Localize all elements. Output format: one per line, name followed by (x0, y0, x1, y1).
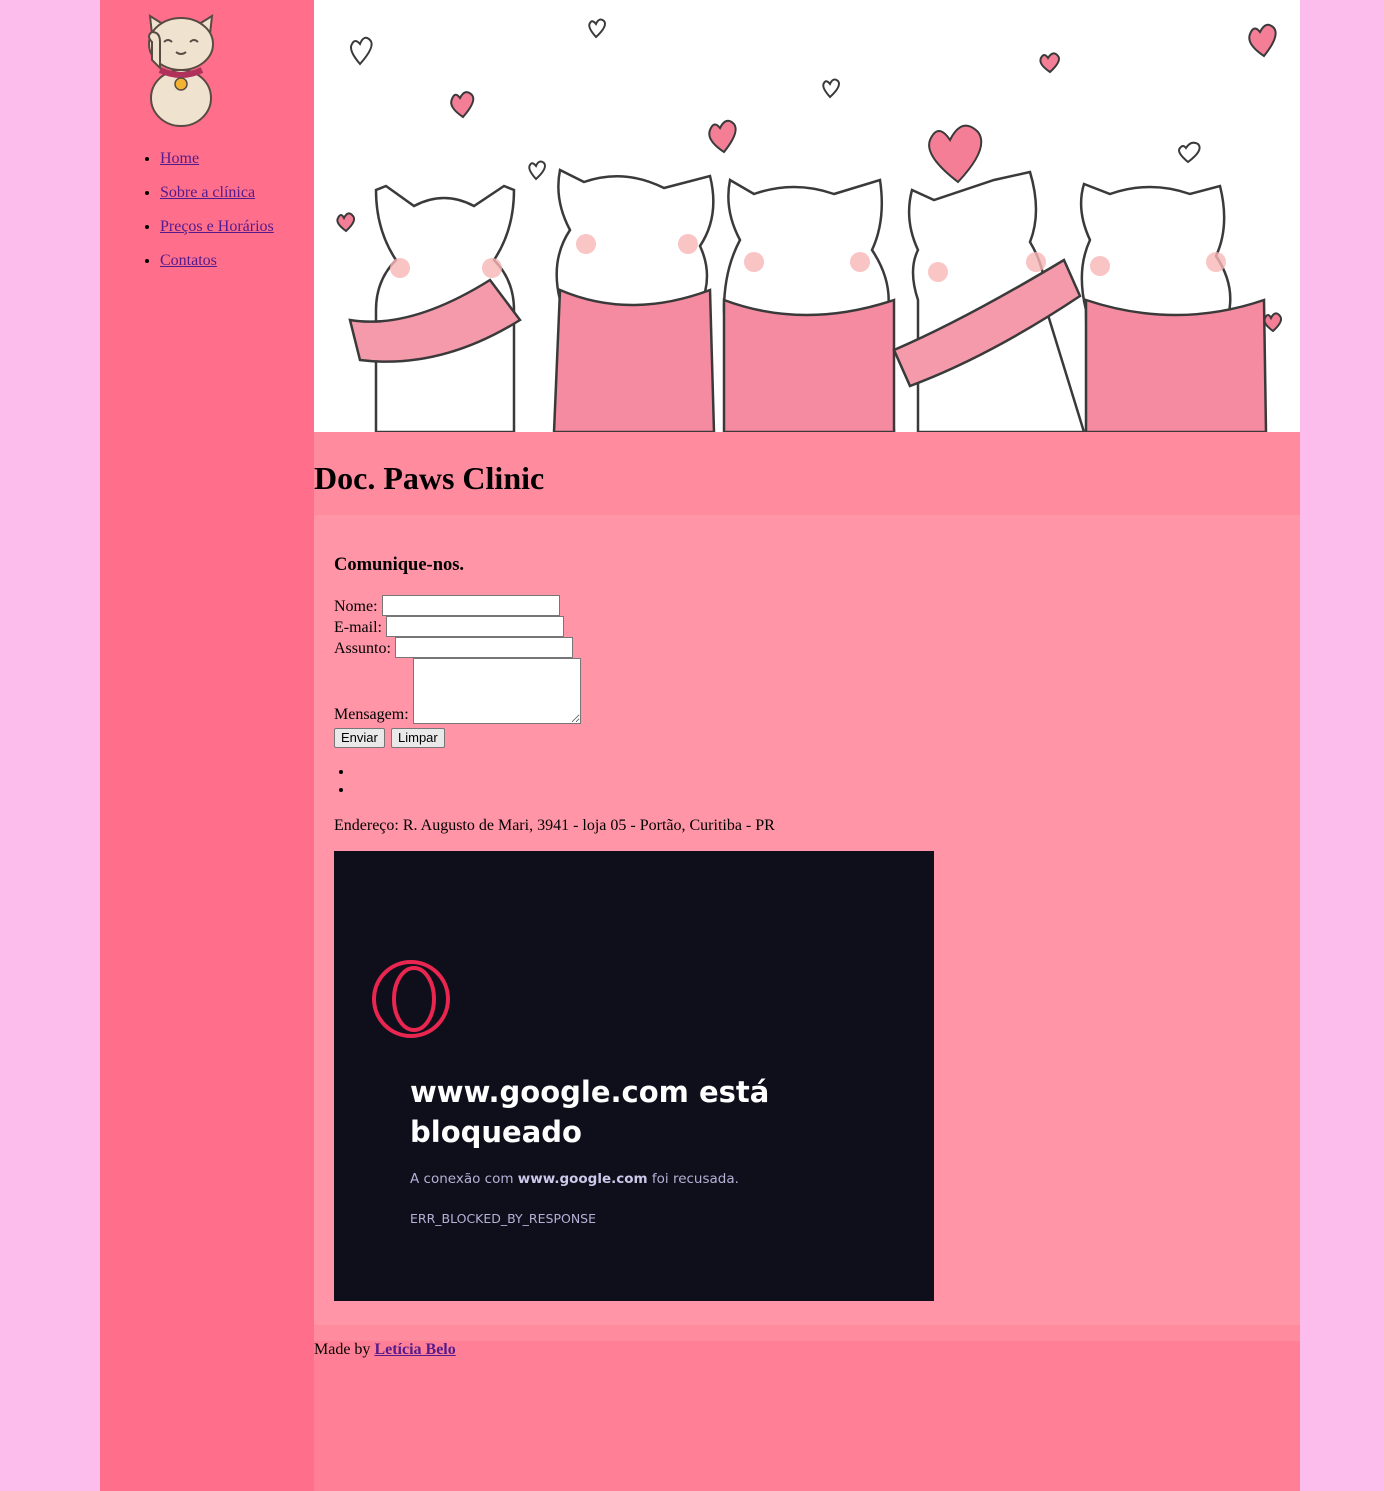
name-label: Nome: (334, 598, 378, 615)
email-row: E-mail: (334, 616, 564, 637)
empty-list (334, 763, 354, 799)
name-input[interactable] (381, 595, 560, 616)
submit-button[interactable]: Enviar (334, 728, 385, 748)
nav-item-prices: Preços e Horários (160, 216, 274, 250)
footer-prefix: Made by (314, 1341, 375, 1358)
footer-divider (314, 1325, 1300, 1341)
banner-image (314, 0, 1300, 432)
address-text: Endereço: R. Augusto de Mari, 3941 - loj… (334, 817, 775, 834)
contact-heading: Comunique-nos. (334, 555, 465, 575)
map-iframe[interactable]: www.google.com está bloqueado A conexão … (334, 851, 934, 1301)
nav-item-about: Sobre a clínica (160, 182, 274, 216)
cats-illustration (336, 18, 1283, 432)
name-row: Nome: (334, 595, 560, 616)
error-title: www.google.com está bloqueado (410, 1075, 770, 1149)
site-header: Doc. Paws Clinic (314, 432, 1300, 515)
message-label: Mensagem: (334, 706, 409, 723)
error-description: A conexão com www.google.com foi recusad… (410, 1171, 739, 1187)
nav-item-home: Home (160, 148, 274, 182)
message-textarea[interactable] (412, 658, 581, 724)
error-host: www.google.com (517, 1171, 648, 1187)
error-prefix: A conexão com (410, 1171, 518, 1187)
nav-link-contacts[interactable]: Contatos (160, 252, 217, 269)
footer: Made by Letícia Belo (314, 1325, 1300, 1491)
error-suffix: foi recusada. (647, 1171, 739, 1187)
nav-link-prices[interactable]: Preços e Horários (160, 218, 274, 235)
nav-link-home[interactable]: Home (160, 150, 199, 167)
subject-input[interactable] (394, 637, 573, 658)
email-input[interactable] (385, 616, 564, 637)
email-label: E-mail: (334, 619, 382, 636)
opera-gx-logo-icon (372, 960, 450, 1038)
nav-item-contacts: Contatos (160, 250, 274, 284)
main-nav: Home Sobre a clínica Preços e Horários C… (100, 148, 274, 284)
site-title: Doc. Paws Clinic (314, 460, 545, 496)
author-link[interactable]: Letícia Belo (374, 1341, 455, 1358)
error-code: ERR_BLOCKED_BY_RESPONSE (410, 1211, 597, 1226)
reset-button[interactable]: Limpar (391, 728, 445, 748)
subject-row: Assunto: (334, 637, 573, 658)
lucky-cat-logo (148, 14, 214, 127)
footer-credit: Made by Letícia Belo (314, 1341, 456, 1359)
message-row: Mensagem: (334, 658, 581, 724)
sidebar: Home Sobre a clínica Preços e Horários C… (100, 0, 314, 1491)
nav-link-about[interactable]: Sobre a clínica (160, 184, 255, 201)
subject-label: Assunto: (334, 640, 391, 657)
contact-section: Comunique-nos. Nome: E-mail: Assunto: Me… (314, 515, 1300, 1325)
